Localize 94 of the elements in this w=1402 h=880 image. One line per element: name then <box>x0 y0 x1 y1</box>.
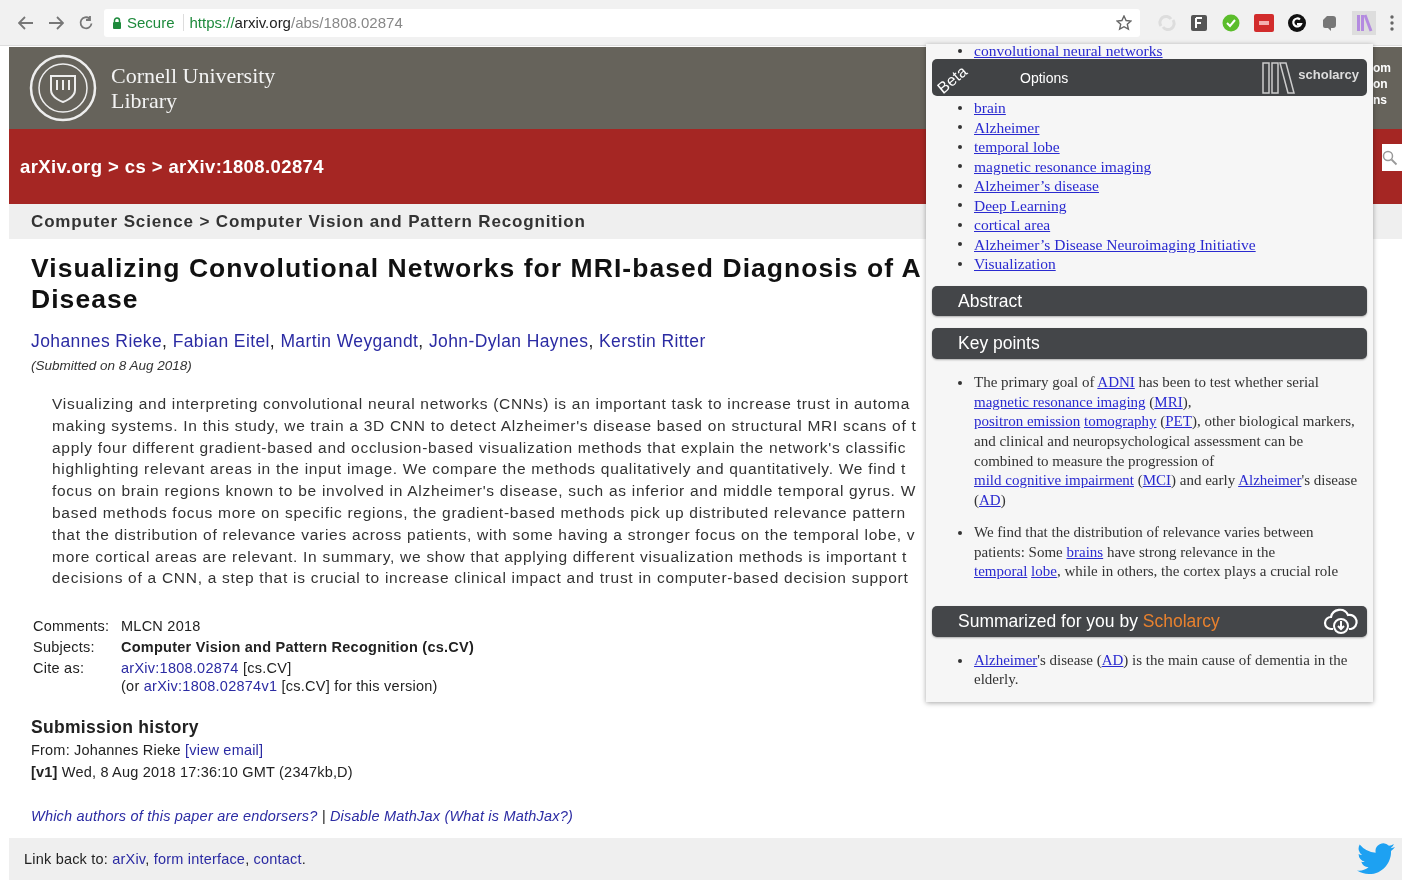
lock-icon <box>112 16 122 29</box>
breadcrumb-link[interactable]: arXiv:1808.02874 <box>168 155 324 177</box>
term-link[interactable]: positron emission <box>974 413 1081 430</box>
forward-icon[interactable] <box>48 15 64 30</box>
term-link[interactable]: MRI <box>1154 393 1183 410</box>
footer-links: Which authors of this paper are endorsers? | Disable MathJax (What is MathJax?) <box>31 808 573 825</box>
text-link[interactable]: [view email] <box>185 742 264 759</box>
beta-label: Beta <box>934 62 971 98</box>
bullet-icon <box>958 658 962 663</box>
logo-icon <box>1261 60 1296 95</box>
term-link[interactable]: Alzheimer <box>1238 472 1302 489</box>
metadata-value: Computer Vision and Pattern Recognition (cs.CV) <box>121 638 475 657</box>
keyword-link[interactable]: convolutional neural networks <box>974 44 1163 59</box>
author-link[interactable]: Fabian Eitel <box>172 331 270 351</box>
metadata-label: Subjects: <box>33 638 96 657</box>
bird-icon[interactable] <box>1357 843 1395 875</box>
metadata-value: MLCN 2018 <box>121 617 202 636</box>
term-link[interactable]: Alzheimer <box>974 651 1038 668</box>
author-link[interactable]: Johannes Rieke <box>31 331 163 351</box>
author-link[interactable]: Martin Weygandt <box>280 331 419 351</box>
section-title: Key points <box>958 333 1040 355</box>
term-link[interactable]: AD <box>979 492 1001 509</box>
check-circle-icon[interactable] <box>1222 13 1240 32</box>
metadata-label: Cite as: <box>33 659 86 679</box>
footer-text: Link back to: arXiv, form interface, contact. <box>24 851 306 867</box>
paper-title: Visualizing Convolutional Networks for MRI-based Diagnosis of A Disease <box>31 253 922 315</box>
term-link[interactable]: lobe <box>1031 563 1057 580</box>
summary-point: We find that the distribution of relevance varies between patients: Some brains have strong relevance in the temporal lobe, while in others, the cortex plays a crucial role <box>974 522 1340 582</box>
history-entry: From: Johannes Rieke [view email] <box>31 741 264 761</box>
section-header[interactable]: Summarized for you by Scholarcy <box>932 606 1367 637</box>
keyword-link[interactable]: cortical area <box>974 215 1051 235</box>
term-link[interactable]: mild cognitive impairment <box>974 472 1134 489</box>
text-link[interactable]: contact <box>253 851 302 867</box>
options-link[interactable]: Options <box>1020 69 1069 86</box>
keyword-link[interactable]: Visualization <box>974 254 1056 274</box>
back-icon[interactable] <box>18 15 34 30</box>
history-entry: [v1] Wed, 8 Aug 2018 17:36:10 GMT (2347kb,D) <box>31 763 353 783</box>
keyword-link[interactable]: temporal lobe <box>974 137 1060 157</box>
section-heading: Submission history <box>31 717 199 739</box>
section-title: Summarized for you by Scholarcy <box>958 610 1220 632</box>
university-seal-icon <box>29 54 97 122</box>
search-field[interactable] <box>1382 144 1402 171</box>
text-link[interactable]: Disable MathJax <box>329 808 441 825</box>
submission-date: (Submitted on 8 Aug 2018) <box>31 358 192 373</box>
author-link[interactable]: John-Dylan Haynes <box>428 331 589 351</box>
cloud-download-icon[interactable] <box>1323 607 1359 636</box>
search-icon <box>1382 149 1398 166</box>
bullet-icon <box>958 530 962 535</box>
term-link[interactable]: PET <box>1165 413 1192 430</box>
secure-label: Secure <box>127 14 175 31</box>
summary-point: The primary goal of ADNI has been to test whether serial magnetic resonance imaging (MRI), positron emission tomography (PET), other biological markers, and clinical and neuropsychological assessment can be combined to measure the progression of mild cognitive impairment (MCI) and early Alzheimer's disease (AD) <box>974 372 1359 511</box>
address-bar[interactable]: Secure https://arxiv.org/abs/1808.02874 <box>104 8 1140 37</box>
term-link[interactable]: MCI <box>1142 472 1172 489</box>
term-link[interactable]: AD <box>1101 651 1124 668</box>
bookmark-star-icon[interactable] <box>1116 14 1132 31</box>
header-link-text[interactable]: ns <box>1373 92 1402 108</box>
metadata-value: (or arXiv:1808.02874v1 [cs.CV] for this version) <box>121 677 439 696</box>
breadcrumb-link[interactable]: cs <box>124 155 147 177</box>
text-link[interactable]: Which authors of this paper are endorsers? <box>31 808 318 825</box>
section-header[interactable]: Abstract <box>932 285 1367 317</box>
breadcrumb: arXiv.org > cs > arXiv:1808.02874 <box>20 155 324 178</box>
text-link[interactable]: arXiv:1808.02874v1 <box>143 678 278 695</box>
text-link[interactable]: form interface <box>153 851 246 867</box>
keyword-link[interactable]: brain <box>974 98 1006 118</box>
summary-point: Alzheimer's disease (AD) is the main cause of dementia in the elderly. <box>974 650 1349 690</box>
author-link[interactable]: Kerstin Ritter <box>598 331 706 351</box>
term-link[interactable]: ADNI <box>1097 373 1135 390</box>
reload-icon[interactable] <box>78 14 94 31</box>
extension-icon[interactable] <box>1190 13 1208 32</box>
bullet-icon <box>958 380 962 385</box>
section-title: Abstract <box>958 290 1023 312</box>
university-logo-text: Cornell University Library <box>111 63 276 113</box>
abstract-text: Visualizing and interpreting convolutional neural networks (CNNs) is an important task to increase trust in automa making systems. In this study, we train a 3D CNN to detect Alzheimer's disease based on structural MRI scans of t apply four different gradient-based and occlusion-based visualization methods that explain the network's classific highlighting relevant areas in the input image. We compare the methods qualitatively and quantitatively. We find t focus on brain regions known to be involved in Alzheimer's disease, such as inferior and middle temporal gyrus. W based methods focus more on specific regions, the gradient-based methods pick up distributed relevance pattern that the distribution of relevance varies across patients, with some having a stronger focus on the temporal lobe, v more cortical areas are relevant. In summary, we show that applying different visualization methods is important t decisions of a CNN, a step that is crucial to increase clinical impact and trust in computer-based decision support <box>52 394 917 589</box>
logo-text: scholarcy <box>1298 67 1359 83</box>
text-link[interactable]: arXiv <box>112 851 146 867</box>
menu-icon[interactable] <box>1390 14 1394 31</box>
header-link-text[interactable]: on <box>1373 76 1402 92</box>
extension-icon[interactable] <box>1288 13 1306 32</box>
term-link[interactable]: tomography <box>1084 413 1157 430</box>
metadata-label: Comments: <box>33 617 111 636</box>
term-link[interactable]: magnetic resonance imaging <box>974 393 1146 410</box>
text-link[interactable]: (What is MathJax?) <box>444 808 573 825</box>
breadcrumb-link[interactable]: arXiv.org <box>20 155 103 177</box>
url-text: https://arxiv.org/abs/1808.02874 <box>189 14 403 31</box>
author-list: Johannes Rieke, Fabian Eitel, Martin Weygandt, John-Dylan Haynes, Kerstin Ritter <box>31 331 706 352</box>
keyword-link[interactable]: magnetic resonance imaging <box>974 156 1152 177</box>
term-link[interactable]: temporal <box>974 563 1028 580</box>
text-link[interactable]: arXiv:1808.02874 <box>121 660 239 677</box>
keyword-link[interactable]: Alzheimer’s disease <box>974 176 1099 196</box>
term-link[interactable]: brains <box>1066 543 1104 560</box>
section-header[interactable]: Key points <box>932 328 1367 359</box>
metadata-value: arXiv:1808.02874 [cs.CV] <box>121 659 293 678</box>
keyword-link[interactable]: Alzheimer <box>974 117 1040 138</box>
header-link-text[interactable]: om <box>1373 60 1402 76</box>
